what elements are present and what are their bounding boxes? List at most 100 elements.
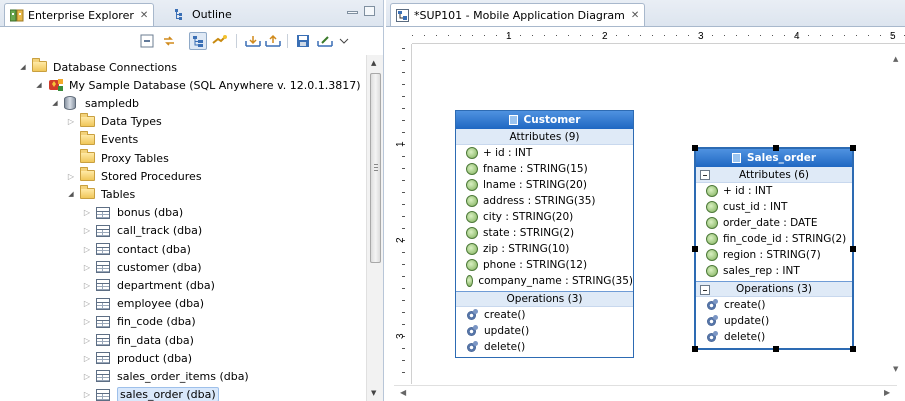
tree-item[interactable]: ▷ employee (dba) [82,295,204,313]
attribute-row[interactable]: phone : STRING(12) [456,257,633,273]
attribute-row[interactable]: city : STRING(20) [456,209,633,225]
tree-item[interactable]: ▷ contact (dba) [82,240,191,258]
sales-order-class-box[interactable]: Sales_order Attributes (6) + id : INT cus… [692,145,856,352]
resize-handle[interactable] [692,346,698,352]
tree-view-icon[interactable] [189,32,207,50]
collapsed-arrow-icon[interactable]: ▷ [82,226,92,236]
scroll-up-icon[interactable]: ▲ [371,59,376,67]
tree-item[interactable]: ▷ fin_data (dba) [82,331,194,349]
expanded-arrow-icon[interactable]: ◢ [18,62,28,72]
collapsed-arrow-icon[interactable]: ▷ [82,390,92,400]
customer-class-box[interactable]: Customer Attributes (9) + id : INT fname … [455,110,634,358]
resize-handle[interactable] [773,346,779,352]
canvas-vertical-scrollbar[interactable]: ▲ ▼ [889,45,905,385]
close-icon[interactable]: ✕ [140,10,148,21]
resize-handle[interactable] [850,145,856,151]
tree-item[interactable]: ▷ bonus (dba) [82,204,183,222]
collapse-all-icon[interactable] [138,32,156,50]
attribute-row[interactable]: + id : INT [456,145,633,161]
collapsed-arrow-icon[interactable]: ▷ [82,208,92,218]
tree-item[interactable]: ◢ sampledb [50,94,139,112]
diagram-canvas[interactable]: Customer Attributes (9) + id : INT fname … [413,45,897,385]
attribute-row[interactable]: sales_rep : INT [696,263,852,279]
close-icon[interactable]: ✕ [631,10,639,21]
attribute-row[interactable]: cust_id : INT [696,199,852,215]
collapsed-arrow-icon[interactable]: ▷ [82,371,92,381]
tree-item[interactable]: ◢ Tables [66,185,135,203]
attribute-row[interactable]: fin_code_id : STRING(2) [696,231,852,247]
tree-item[interactable]: ▷ Data Types [66,112,162,131]
collapsed-arrow-icon[interactable]: ▷ [82,280,92,290]
operation-row[interactable]: delete() [696,329,852,345]
operation-row[interactable]: update() [456,323,633,339]
tree-item[interactable]: ▷ department (dba) [82,276,215,294]
minimize-icon[interactable] [347,11,358,14]
collapse-icon[interactable] [700,170,710,180]
tree-item[interactable]: Events [66,130,138,149]
resize-handle[interactable] [850,246,856,252]
scroll-down-icon[interactable]: ▼ [371,389,376,397]
import-icon[interactable] [244,32,262,50]
operation-row[interactable]: create() [456,307,633,323]
collapsed-arrow-icon[interactable]: ▷ [66,171,76,181]
resize-handle[interactable] [850,346,856,352]
collapsed-arrow-icon[interactable]: ▷ [82,262,92,272]
tree-item[interactable]: ◢ My Sample Database (SQL Anywhere v. 12.… [34,76,360,94]
connect-icon[interactable] [211,32,229,50]
link-with-editor-icon[interactable] [160,32,178,50]
attribute-row[interactable]: zip : STRING(10) [456,241,633,257]
resize-handle[interactable] [773,145,779,151]
tree-item[interactable]: ◢ Database Connections [18,58,177,76]
expanded-arrow-icon[interactable]: ◢ [50,98,60,108]
class-title[interactable]: Sales_order [696,149,852,167]
tree-item[interactable]: ▷ sales_order (dba) [82,386,219,401]
tab-mobile-application-diagram[interactable]: *SUP101 - Mobile Application Diagram ✕ [390,3,646,26]
scroll-thumb[interactable] [370,73,381,263]
scroll-left-icon[interactable]: ◀ [400,388,406,397]
attribute-row[interactable]: state : STRING(2) [456,225,633,241]
save-icon[interactable] [294,32,312,50]
attribute-row[interactable]: + id : INT [696,183,852,199]
attribute-row[interactable]: company_name : STRING(35) [456,273,633,289]
collapse-icon[interactable] [700,285,710,295]
operation-row[interactable]: create() [696,297,852,313]
view-menu-icon[interactable] [338,32,350,50]
canvas-horizontal-scrollbar[interactable]: ◀ ▶ [394,385,897,401]
scroll-down-icon[interactable]: ▼ [893,365,898,373]
tree-item[interactable]: ▷ Stored Procedures [66,167,202,185]
collapsed-arrow-icon[interactable]: ▷ [82,244,92,254]
attribute-row[interactable]: address : STRING(35) [456,193,633,209]
attribute-row[interactable]: lname : STRING(20) [456,177,633,193]
operations-header[interactable]: Operations (3) [696,281,852,297]
maximize-icon[interactable] [364,6,375,16]
tree-vertical-scrollbar[interactable]: ▲ ▼ [366,55,383,401]
properties-icon[interactable] [316,32,334,50]
resize-handle[interactable] [692,246,698,252]
resize-handle[interactable] [692,145,698,151]
export-icon[interactable] [264,32,282,50]
tree-item[interactable]: ▷ call_track (dba) [82,222,202,240]
collapsed-arrow-icon[interactable]: ▷ [66,117,76,127]
tree-item[interactable]: ▷ fin_code (dba) [82,313,196,331]
expanded-arrow-icon[interactable]: ◢ [66,189,76,199]
expanded-arrow-icon[interactable]: ◢ [34,80,44,90]
attribute-row[interactable]: region : STRING(7) [696,247,852,263]
operation-row[interactable]: update() [696,313,852,329]
attribute-row[interactable]: order_date : DATE [696,215,852,231]
tree-item[interactable]: ▷ product (dba) [82,349,192,367]
tree-item[interactable]: ▷ customer (dba) [82,258,202,276]
attributes-header[interactable]: Attributes (9) [456,129,633,145]
attribute-row[interactable]: fname : STRING(15) [456,161,633,177]
scroll-right-icon[interactable]: ▶ [884,388,890,397]
tree-item[interactable]: ▷ sales_order_items (dba) [82,367,249,385]
operations-header[interactable]: Operations (3) [456,291,633,307]
attributes-header[interactable]: Attributes (6) [696,167,852,183]
collapsed-arrow-icon[interactable]: ▷ [82,317,92,327]
scroll-up-icon[interactable]: ▲ [893,55,898,63]
collapsed-arrow-icon[interactable]: ▷ [82,353,92,363]
class-title[interactable]: Customer [456,111,633,129]
tab-enterprise-explorer[interactable]: Enterprise Explorer ✕ [4,3,155,26]
tab-outline[interactable]: Outline [169,3,237,26]
collapsed-arrow-icon[interactable]: ▷ [82,299,92,309]
tree-item[interactable]: Proxy Tables [66,149,169,167]
